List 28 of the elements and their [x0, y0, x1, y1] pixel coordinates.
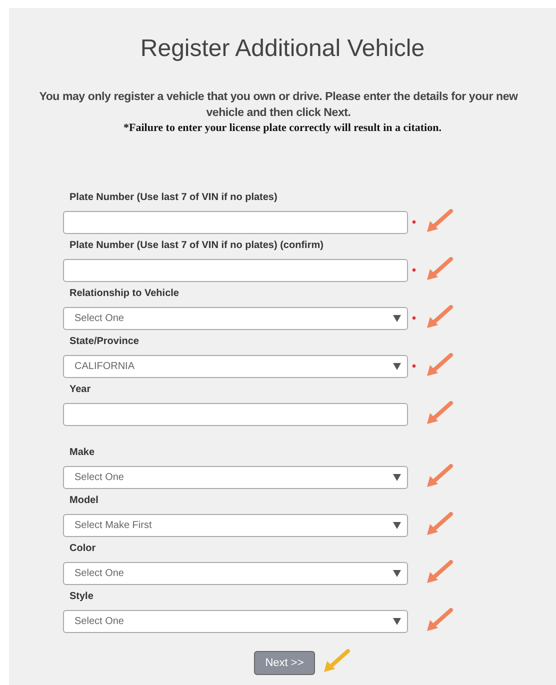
field-label: Model	[70, 495, 100, 506]
next-button[interactable]: Next >>	[254, 651, 315, 675]
input-field[interactable]	[62, 210, 408, 234]
caret-icon	[392, 618, 400, 624]
select-field[interactable]: Select One	[62, 562, 408, 584]
caret-icon	[392, 314, 400, 322]
input-field[interactable]	[62, 402, 408, 426]
field-label: Plate Number (Use last 7 of VIN if no plates) (confirm)	[70, 240, 324, 251]
caret-icon	[392, 570, 400, 576]
input-field[interactable]	[62, 258, 408, 282]
select-field[interactable]: CALIFORNIA	[62, 354, 408, 378]
field-label: Style	[70, 591, 94, 602]
field-label: Plate Number (Use last 7 of VIN if no plates)	[70, 192, 278, 203]
field-label: State/Province	[70, 336, 140, 347]
select-field[interactable]: Select One	[62, 610, 408, 632]
page-title: Register Additional Vehicle	[140, 35, 425, 63]
warning-text: *Failure to enter your license plate correctly will result in a citation.	[124, 122, 442, 134]
field-label: Year	[70, 384, 92, 395]
select-field[interactable]: Select One	[62, 306, 408, 330]
intro-text: You may only register a vehicle that you own or drive. Please enter the details for your new vehicle and then click Next.	[38, 90, 519, 121]
field-label: Color	[70, 543, 97, 554]
field-label: Make	[70, 447, 96, 458]
field-label: Relationship to Vehicle	[70, 288, 180, 299]
caret-icon	[392, 362, 400, 370]
select-field[interactable]: Select One	[62, 466, 408, 488]
caret-icon	[392, 522, 400, 528]
caret-icon	[392, 474, 400, 480]
select-field[interactable]: Select Make First	[62, 514, 408, 536]
